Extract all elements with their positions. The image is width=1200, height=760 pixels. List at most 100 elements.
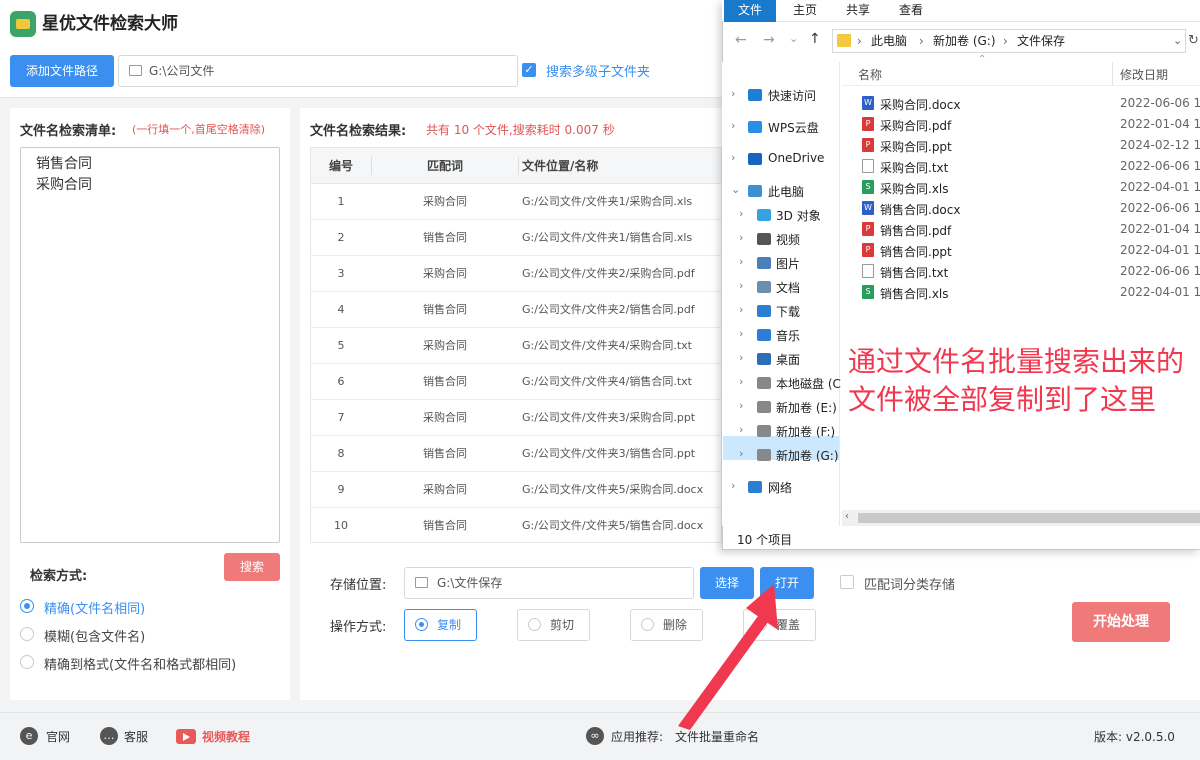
support-link[interactable]: 客服 <box>124 728 148 745</box>
mode-exact-radio[interactable] <box>20 599 34 613</box>
ribbon-tab-home[interactable]: 主页 <box>793 0 817 22</box>
breadcrumb-item[interactable]: 此电脑 <box>871 30 907 52</box>
nav-item[interactable]: 本地磁盘 (C <box>776 375 841 392</box>
nav-item[interactable]: 快速访问 <box>768 87 816 104</box>
scroll-left-icon[interactable]: ‹ <box>845 511 849 522</box>
mode-exact-label[interactable]: 精确(文件名相同) <box>44 598 145 617</box>
nav-item[interactable]: 桌面 <box>776 351 800 368</box>
expand-chevron-icon[interactable]: › <box>739 231 743 244</box>
expand-chevron-icon[interactable]: › <box>739 399 743 412</box>
nav-item[interactable]: 3D 对象 <box>776 207 821 224</box>
nav-item[interactable]: 文档 <box>776 279 800 296</box>
column-name[interactable]: 名称 <box>858 66 882 83</box>
mode-fuzzy-label[interactable]: 模糊(包含文件名) <box>44 626 145 645</box>
table-row[interactable]: 3 采购合同 G:/公司文件/文件夹2/采购合同.pdf <box>311 256 721 292</box>
expand-chevron-icon[interactable]: › <box>731 151 735 164</box>
nav-item[interactable]: 此电脑 <box>768 183 804 200</box>
expand-chevron-icon[interactable]: › <box>739 351 743 364</box>
expand-chevron-icon[interactable]: › <box>731 119 735 132</box>
address-bar[interactable]: › 此电脑 › 新加卷 (G:) › 文件保存 ⌄ <box>832 29 1186 53</box>
expand-chevron-icon[interactable]: › <box>739 327 743 340</box>
save-location-input[interactable]: G:\文件保存 <box>404 567 694 599</box>
search-button[interactable]: 搜索 <box>224 553 280 581</box>
chat-icon[interactable]: … <box>100 727 118 745</box>
up-arrow-icon[interactable]: ↑ <box>809 31 821 47</box>
video-icon[interactable] <box>176 729 196 744</box>
mode-format-label[interactable]: 精确到格式(文件名和格式都相同) <box>44 654 236 673</box>
file-name[interactable]: 采购合同.xls <box>880 180 949 197</box>
expand-chevron-icon[interactable]: › <box>739 447 743 460</box>
expand-chevron-icon[interactable]: › <box>739 207 743 220</box>
back-arrow-icon[interactable]: ← <box>735 32 747 48</box>
file-name[interactable]: 销售合同.docx <box>880 201 960 218</box>
table-row[interactable]: 2 销售合同 G:/公司文件/文件夹1/销售合同.xls <box>311 220 721 256</box>
subfolder-checkbox[interactable]: ✓ <box>522 63 536 77</box>
table-row[interactable]: 10 销售合同 G:/公司文件/文件夹5/销售合同.docx <box>311 508 721 542</box>
path-input[interactable]: G:\公司文件 <box>118 55 518 87</box>
file-name[interactable]: 销售合同.ppt <box>880 243 952 260</box>
expand-chevron-icon[interactable]: › <box>731 87 735 100</box>
expand-chevron-icon[interactable]: › <box>739 255 743 268</box>
table-row[interactable]: 4 销售合同 G:/公司文件/文件夹2/销售合同.pdf <box>311 292 721 328</box>
dropdown-chevron-icon[interactable]: ⌄ <box>1173 30 1182 52</box>
add-path-button[interactable]: 添加文件路径 <box>10 55 114 87</box>
table-row[interactable]: 7 采购合同 G:/公司文件/文件夹3/采购合同.ppt <box>311 400 721 436</box>
results-title: 文件名检索结果: <box>310 124 407 139</box>
nav-item[interactable]: 网络 <box>768 479 792 496</box>
nav-item[interactable]: 视频 <box>776 231 800 248</box>
forward-arrow-icon[interactable]: → <box>763 32 775 48</box>
op-cut-button[interactable]: 剪切 <box>517 609 590 641</box>
classify-label[interactable]: 匹配词分类存储 <box>864 574 955 593</box>
table-row[interactable]: 9 采购合同 G:/公司文件/文件夹5/采购合同.docx <box>311 472 721 508</box>
start-button[interactable]: 开始处理 <box>1072 602 1170 642</box>
recommend-app-link[interactable]: 文件批量重命名 <box>675 728 759 745</box>
nav-item[interactable]: 音乐 <box>776 327 800 344</box>
history-chevron-icon[interactable]: ⌄ <box>789 32 798 45</box>
mode-fuzzy-radio[interactable] <box>20 627 34 641</box>
scrollbar-thumb[interactable] <box>858 513 1200 523</box>
website-link[interactable]: 官网 <box>46 728 70 745</box>
file-name[interactable]: 销售合同.txt <box>880 264 948 281</box>
expand-chevron-icon[interactable]: › <box>739 279 743 292</box>
file-name[interactable]: 销售合同.pdf <box>880 222 951 239</box>
arrow-shaft <box>678 616 768 730</box>
nav-item[interactable]: WPS云盘 <box>768 119 819 136</box>
expand-chevron-icon[interactable]: › <box>739 423 743 436</box>
file-name[interactable]: 采购合同.txt <box>880 159 948 176</box>
subfolder-label[interactable]: 搜索多级子文件夹 <box>546 61 650 80</box>
expand-chevron-icon[interactable]: › <box>731 479 735 492</box>
breadcrumb-item[interactable]: 文件保存 <box>1017 30 1065 52</box>
nav-item[interactable]: 新加卷 (G:) <box>776 447 839 464</box>
nav-item[interactable]: 图片 <box>776 255 800 272</box>
table-row[interactable]: 5 采购合同 G:/公司文件/文件夹4/采购合同.txt <box>311 328 721 364</box>
nav-item[interactable]: 下载 <box>776 303 800 320</box>
video-tutorial-link[interactable]: 视频教程 <box>202 728 250 745</box>
table-row[interactable]: 1 采购合同 G:/公司文件/文件夹1/采购合同.xls <box>311 184 721 220</box>
table-row[interactable]: 6 销售合同 G:/公司文件/文件夹4/销售合同.txt <box>311 364 721 400</box>
ribbon-tab-file[interactable]: 文件 <box>724 0 776 22</box>
file-name[interactable]: 采购合同.pdf <box>880 117 951 134</box>
file-name[interactable]: 采购合同.ppt <box>880 138 952 155</box>
ribbon-tab-view[interactable]: 查看 <box>899 0 923 22</box>
keyword-textarea[interactable]: 销售合同 采购合同 <box>20 147 280 543</box>
expand-chevron-icon[interactable]: › <box>739 375 743 388</box>
nav-item[interactable]: 新加卷 (E:) <box>776 399 837 416</box>
mode-format-radio[interactable] <box>20 655 34 669</box>
cell-keyword: 采购合同 <box>423 195 467 208</box>
file-name[interactable]: 采购合同.docx <box>880 96 960 113</box>
op-copy-button[interactable]: 复制 <box>404 609 477 641</box>
table-row[interactable]: 8 销售合同 G:/公司文件/文件夹3/销售合同.ppt <box>311 436 721 472</box>
expand-chevron-icon[interactable]: ⌄ <box>731 183 740 196</box>
file-name[interactable]: 销售合同.xls <box>880 285 949 302</box>
nav-item[interactable]: 新加卷 (F:) <box>776 423 835 440</box>
website-icon[interactable]: e <box>20 727 38 745</box>
breadcrumb-item[interactable]: 新加卷 (G:) <box>933 30 996 52</box>
nav-item[interactable]: OneDrive <box>768 151 824 165</box>
ribbon-tab-share[interactable]: 共享 <box>846 0 870 22</box>
classify-checkbox[interactable] <box>840 575 854 589</box>
save-location-label: 存储位置: <box>330 578 387 593</box>
refresh-icon[interactable]: ↻ <box>1188 33 1199 48</box>
results-summary: 共有 10 个文件,搜索耗时 0.007 秒 <box>426 123 615 137</box>
column-date[interactable]: 修改日期 <box>1120 66 1168 83</box>
expand-chevron-icon[interactable]: › <box>739 303 743 316</box>
